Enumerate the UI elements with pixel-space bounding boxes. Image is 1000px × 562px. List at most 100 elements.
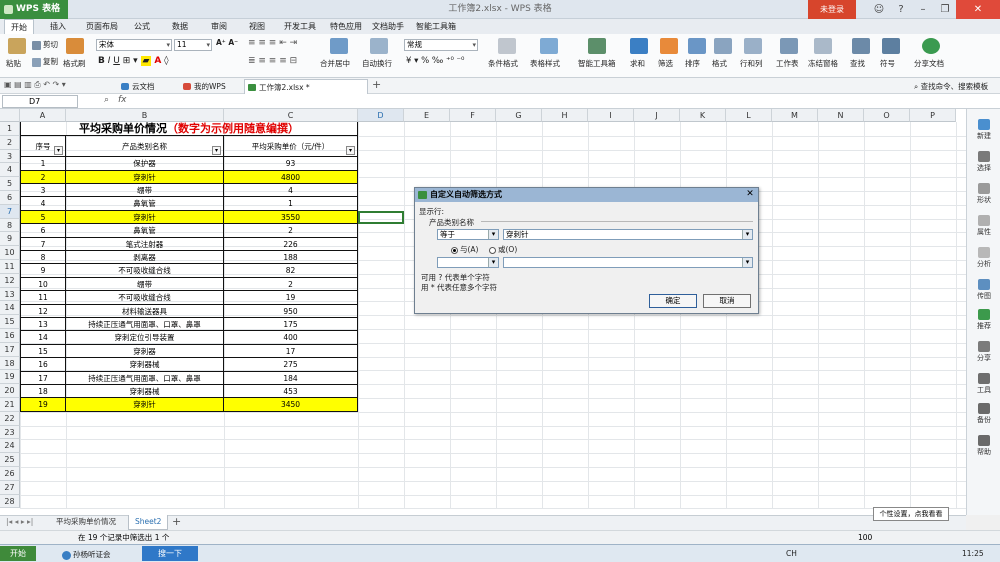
right-panel-item[interactable]: 推荐 xyxy=(967,309,1000,331)
row-header[interactable]: 21 xyxy=(0,398,20,412)
value-2-combo[interactable] xyxy=(503,257,753,268)
font-name-select[interactable]: 宋体 xyxy=(96,39,172,51)
row-header[interactable]: 23 xyxy=(0,425,20,440)
row-header[interactable]: 16 xyxy=(0,329,20,343)
name-box[interactable]: D7 xyxy=(2,95,78,108)
login-button[interactable]: 未登录 xyxy=(808,0,856,19)
tab-insert[interactable]: 插入 xyxy=(44,19,72,34)
column-header[interactable]: M xyxy=(772,109,818,122)
sheet-nav-arrows[interactable]: |◂ ◂ ▸ ▸| xyxy=(6,517,33,526)
column-header[interactable]: O xyxy=(864,109,910,122)
wrap-icon[interactable] xyxy=(370,38,388,54)
doc-tab-workbook[interactable]: 工作簿2.xlsx * xyxy=(244,79,368,94)
right-panel-item[interactable]: 工具 xyxy=(967,373,1000,395)
column-header[interactable]: P xyxy=(910,109,956,122)
paste-label[interactable]: 粘贴 xyxy=(6,58,21,69)
filter-dropdown-button[interactable]: ▾ xyxy=(346,146,355,156)
font-grow-icon[interactable]: A⁺ A⁻ xyxy=(216,38,238,47)
tab-view[interactable]: 视图 xyxy=(243,19,271,34)
column-header[interactable]: K xyxy=(680,109,726,122)
row-col-label[interactable]: 行和列 xyxy=(740,58,763,69)
tab-developer[interactable]: 开发工具 xyxy=(278,19,322,34)
merge-icon[interactable] xyxy=(330,38,348,54)
format-icon[interactable] xyxy=(714,38,732,54)
fill-color-icon[interactable]: ▰ xyxy=(140,56,152,66)
dialog-close-icon[interactable]: ✕ xyxy=(744,189,756,200)
row-header[interactable]: 20 xyxy=(0,384,20,398)
row-header[interactable]: 15 xyxy=(0,315,20,329)
freeze-icon[interactable] xyxy=(814,38,832,54)
font-color-icon[interactable]: A xyxy=(154,56,161,66)
share-doc-icon[interactable] xyxy=(922,38,940,54)
personalize-tooltip[interactable]: 个性设置，点我看看 xyxy=(873,507,949,521)
merge-label[interactable]: 合并居中 xyxy=(320,58,350,69)
tab-review[interactable]: 审阅 xyxy=(205,19,233,34)
column-header[interactable]: A xyxy=(20,109,66,122)
add-sheet-button[interactable]: + xyxy=(172,515,181,528)
sum-label[interactable]: 求和 xyxy=(630,58,645,69)
align-top-group[interactable]: ≡ ≡ ≡ ⇤ ⇥ xyxy=(248,38,297,48)
sort-icon[interactable] xyxy=(688,38,706,54)
row-header[interactable]: 6 xyxy=(0,191,20,205)
or-radio[interactable]: 或(O) xyxy=(489,244,517,255)
right-panel-item[interactable]: 传图 xyxy=(967,279,1000,301)
sheet-tab-avg-price[interactable]: 平均采购单价情况 xyxy=(50,515,122,530)
tab-page-layout[interactable]: 页面布局 xyxy=(80,19,124,34)
row-header[interactable]: 25 xyxy=(0,453,20,467)
tab-smart-toolbox[interactable]: 智能工具箱 xyxy=(410,19,462,34)
taskbar-search-button[interactable]: 搜一下 xyxy=(142,546,198,561)
row-header[interactable]: 12 xyxy=(0,273,20,288)
row-header[interactable]: 5 xyxy=(0,177,20,191)
column-header[interactable]: D xyxy=(358,109,404,122)
column-header[interactable]: L xyxy=(726,109,772,122)
tab-special[interactable]: 特色应用 xyxy=(324,19,368,34)
fx-icon[interactable]: fx xyxy=(118,95,127,105)
and-radio[interactable]: 与(A) xyxy=(451,244,478,255)
symbol-label[interactable]: 符号 xyxy=(880,58,895,69)
tab-home[interactable]: 开始 xyxy=(4,19,34,34)
sum-icon[interactable] xyxy=(630,38,648,54)
worksheet-label[interactable]: 工作表 xyxy=(776,58,799,69)
symbol-icon[interactable] xyxy=(882,38,900,54)
row-header[interactable]: 17 xyxy=(0,342,20,357)
font-style-group[interactable]: B I U ⊞ ▾ ▰ A ◊ xyxy=(98,56,169,66)
ime-indicator[interactable]: CH xyxy=(786,549,797,558)
row-header[interactable]: 7 xyxy=(0,204,20,219)
find-label[interactable]: 查找 xyxy=(850,58,865,69)
quick-access-icons[interactable]: ▣ ▤ ▥ ⎙ ↶ ↷ ▾ xyxy=(4,80,66,90)
filter-dropdown-button[interactable]: ▾ xyxy=(212,146,221,156)
filter-dropdown-button[interactable]: ▾ xyxy=(54,146,63,156)
row-header[interactable]: 4 xyxy=(0,163,20,178)
paste-icon[interactable] xyxy=(8,38,26,54)
ok-button[interactable]: 确定 xyxy=(649,294,697,308)
conditional-format-icon[interactable] xyxy=(498,38,516,54)
column-header[interactable]: I xyxy=(588,109,634,122)
search-command[interactable]: ⌕ 查找命令、搜索模板 xyxy=(914,81,988,92)
format-painter-label[interactable]: 格式刷 xyxy=(63,58,86,69)
row-header[interactable]: 22 xyxy=(0,411,20,426)
wps-menu-button[interactable]: WPS 表格 xyxy=(0,0,68,19)
sort-label[interactable]: 排序 xyxy=(685,58,700,69)
column-header[interactable]: G xyxy=(496,109,542,122)
taskbar-app-browser[interactable]: 孙杨听证会 xyxy=(62,549,111,560)
worksheet-icon[interactable] xyxy=(780,38,798,54)
row-header[interactable]: 19 xyxy=(0,370,20,385)
column-header[interactable]: J xyxy=(634,109,680,122)
conditional-format-label[interactable]: 条件格式 xyxy=(488,58,518,69)
row-header[interactable]: 11 xyxy=(0,260,20,274)
zoom-level[interactable]: 100 xyxy=(858,531,872,544)
select-all-corner[interactable] xyxy=(0,109,20,122)
row-header[interactable]: 2 xyxy=(0,135,20,150)
find-icon[interactable] xyxy=(852,38,870,54)
copy-button[interactable]: 复制 xyxy=(32,56,58,67)
row-header[interactable]: 10 xyxy=(0,246,20,260)
smart-toolbox-label[interactable]: 智能工具箱 xyxy=(578,58,616,69)
column-header[interactable]: N xyxy=(818,109,864,122)
row-header[interactable]: 24 xyxy=(0,439,20,454)
format-painter-icon[interactable] xyxy=(66,38,84,54)
row-header[interactable]: 27 xyxy=(0,480,20,495)
right-panel-item[interactable]: 选择 xyxy=(967,151,1000,173)
sheet-tab-sheet2[interactable]: Sheet2 xyxy=(128,515,169,530)
skin-icon[interactable]: ☺ xyxy=(868,0,890,19)
row-col-icon[interactable] xyxy=(744,38,762,54)
